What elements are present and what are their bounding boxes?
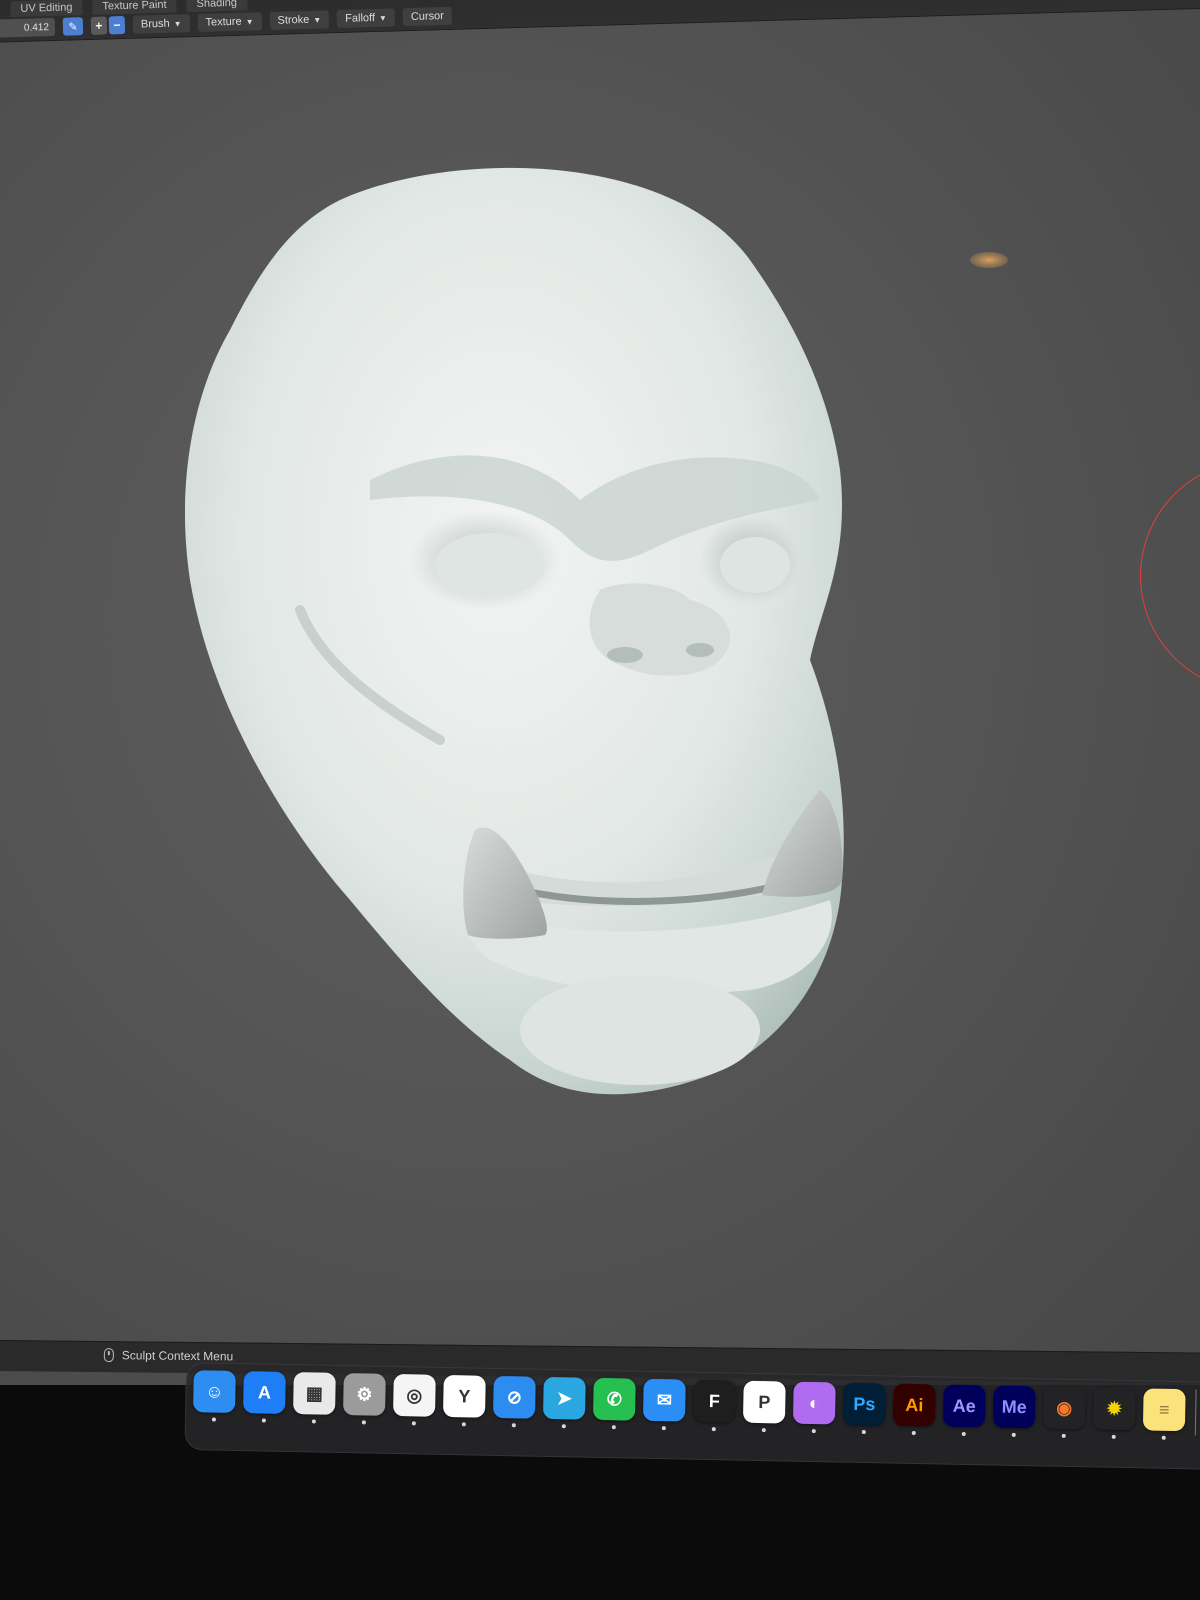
running-indicator	[1111, 1434, 1116, 1439]
running-indicator	[961, 1431, 966, 1436]
figma-icon[interactable]: F	[692, 1379, 736, 1432]
sparkle-app-icon[interactable]: ✹	[1093, 1387, 1136, 1439]
blender-icon[interactable]: ◉	[1043, 1386, 1086, 1438]
chrome-icon[interactable]: ◎	[393, 1373, 436, 1426]
running-indicator	[711, 1427, 716, 1432]
yandex-browser-icon[interactable]: Y	[442, 1374, 486, 1427]
macos-dock: ☺ A ▦ ⚙ ◎ Y ⊘ ➤ ✆ ✉ F P ◐ Ps Ai Ae Me ◉ ✹ ≡	[184, 1362, 1200, 1478]
after-effects-glyph: Ae	[952, 1395, 976, 1416]
app-store-icon[interactable]: A	[243, 1371, 286, 1423]
left-nostril	[607, 647, 643, 663]
right-nostril	[686, 643, 714, 657]
color-ui-glyph: ◐	[808, 1392, 820, 1413]
left-eye	[435, 533, 545, 597]
header-bar: UV Editing Texture Paint Shading 0.412 ✎…	[0, 0, 1200, 43]
chin	[520, 975, 760, 1085]
stroke-menu[interactable]: Stroke ▼	[269, 10, 330, 30]
pixso-glyph: P	[758, 1391, 771, 1412]
running-indicator	[761, 1428, 766, 1433]
right-eye	[720, 537, 790, 593]
tab-uv-editing[interactable]: UV Editing	[10, 0, 83, 18]
running-indicator	[211, 1417, 216, 1422]
after-effects-icon[interactable]: Ae	[942, 1384, 986, 1436]
mouse-right-click-icon	[103, 1348, 114, 1363]
mail-glyph: ✉	[656, 1389, 673, 1410]
running-indicator	[661, 1426, 666, 1431]
system-settings-icon[interactable]: ⚙	[343, 1373, 386, 1425]
running-indicator	[861, 1429, 866, 1435]
notes-icon[interactable]: ≡	[1142, 1388, 1186, 1440]
tab-texture-paint[interactable]: Texture Paint	[92, 0, 177, 15]
dock-separator	[1194, 1389, 1197, 1436]
running-indicator	[611, 1425, 616, 1430]
telegram-glyph: ➤	[556, 1387, 573, 1408]
yandex-browser-glyph: Y	[458, 1385, 471, 1406]
sculpted-orc-head[interactable]	[150, 140, 910, 1120]
chevron-down-icon: ▼	[313, 14, 322, 25]
running-indicator	[411, 1421, 416, 1426]
running-indicator	[511, 1423, 516, 1428]
illustrator-glyph: Ai	[905, 1394, 924, 1415]
safari-icon[interactable]: ⊘	[492, 1375, 536, 1428]
photoshop-icon[interactable]: Ps	[842, 1382, 886, 1435]
mail-icon[interactable]: ✉	[642, 1378, 686, 1431]
subtract-direction-button[interactable]: −	[108, 15, 126, 35]
sparkle-app-glyph: ✹	[1106, 1398, 1123, 1419]
illustrator-icon[interactable]: Ai	[892, 1383, 936, 1436]
finder-icon[interactable]: ☺	[193, 1370, 236, 1422]
color-ui-icon[interactable]: ◐	[792, 1381, 836, 1434]
cursor-menu[interactable]: Cursor	[402, 6, 453, 27]
telegram-icon[interactable]: ➤	[542, 1376, 586, 1429]
photoshop-glyph: Ps	[853, 1393, 876, 1414]
running-indicator	[561, 1424, 566, 1429]
brush-cursor	[1140, 460, 1200, 692]
running-indicator	[261, 1418, 266, 1423]
app-store-glyph: A	[257, 1381, 272, 1403]
launchpad-icon[interactable]: ▦	[293, 1372, 336, 1424]
chrome-glyph: ◎	[406, 1384, 423, 1406]
pen-icon: ✎	[68, 20, 78, 34]
running-indicator	[1011, 1432, 1016, 1437]
falloff-menu-label: Falloff	[345, 11, 376, 25]
finder-glyph: ☺	[205, 1380, 224, 1402]
launchpad-glyph: ▦	[305, 1382, 324, 1404]
figma-glyph: F	[708, 1390, 721, 1411]
chevron-down-icon: ▼	[378, 13, 388, 23]
stroke-menu-label: Stroke	[277, 13, 310, 27]
direction-toggle: + −	[90, 15, 126, 35]
texture-menu-label: Texture	[205, 15, 242, 29]
safari-glyph: ⊘	[506, 1386, 523, 1407]
brush-menu-label: Brush	[140, 17, 170, 31]
status-hint-text: Sculpt Context Menu	[121, 1348, 234, 1364]
whatsapp-icon[interactable]: ✆	[592, 1377, 636, 1430]
brush-menu[interactable]: Brush ▼	[132, 14, 190, 34]
running-indicator	[461, 1422, 466, 1427]
running-indicator	[361, 1420, 366, 1425]
blender-glyph: ◉	[1056, 1397, 1073, 1418]
media-encoder-glyph: Me	[1001, 1396, 1027, 1417]
status-hint: Sculpt Context Menu	[103, 1348, 234, 1364]
texture-menu[interactable]: Texture ▼	[197, 12, 262, 32]
chevron-down-icon: ▼	[173, 18, 182, 29]
running-indicator	[1061, 1433, 1066, 1438]
system-settings-glyph: ⚙	[356, 1383, 373, 1405]
light-reflection	[970, 252, 1008, 268]
notes-glyph: ≡	[1158, 1399, 1170, 1420]
running-indicator	[811, 1429, 816, 1434]
tab-shading[interactable]: Shading	[186, 0, 248, 13]
add-direction-button[interactable]: +	[90, 16, 108, 35]
running-indicator	[1161, 1435, 1166, 1440]
running-indicator	[311, 1419, 316, 1424]
whatsapp-glyph: ✆	[606, 1388, 623, 1409]
strength-field[interactable]: 0.412	[0, 17, 56, 38]
chevron-down-icon: ▼	[245, 16, 254, 27]
pixso-icon[interactable]: P	[742, 1380, 786, 1433]
pen-pressure-toggle[interactable]: ✎	[62, 17, 84, 36]
running-indicator	[911, 1430, 916, 1436]
falloff-menu[interactable]: Falloff ▼	[336, 8, 396, 29]
cursor-menu-label: Cursor	[410, 10, 445, 23]
media-encoder-icon[interactable]: Me	[992, 1385, 1036, 1437]
blender-window: UV Editing Texture Paint Shading 0.412 ✎…	[0, 0, 1200, 1385]
